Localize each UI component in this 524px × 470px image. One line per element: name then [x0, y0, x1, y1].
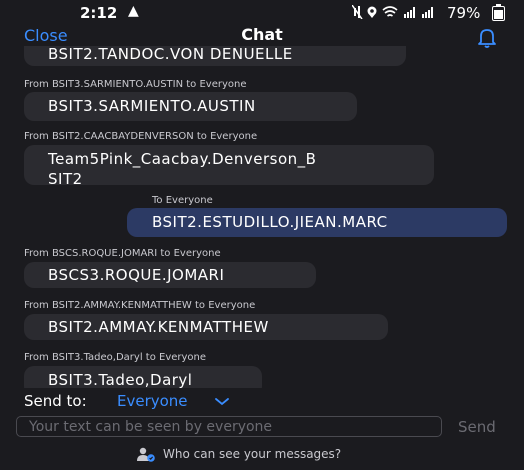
message-text: BSIT3.SARMIENTO.AUSTIN: [48, 97, 256, 115]
message-text: BSCS3.ROQUE.JOMARI: [48, 266, 225, 284]
message-text: BSIT2.TANDOC.VON DENUELLE: [48, 46, 293, 63]
message-text: BSIT3.Tadeo,Daryl: [48, 371, 193, 388]
alert-icon: ▲: [128, 3, 139, 19]
wifi-icon: [382, 6, 398, 17]
message-sender-label: From BSCS.ROQUE.JOMARI to Everyone: [24, 248, 221, 259]
chat-header: Chat Close: [0, 24, 524, 48]
message-text-line-1: Team5Pink_Caacbay.Denverson_B: [48, 150, 317, 168]
status-bar: 2:12 ▲ 79%: [0, 0, 524, 24]
message-bubble[interactable]: Team5Pink_Caacbay.Denverson_B SIT2: [24, 145, 434, 188]
message-bubble[interactable]: BSIT3.Tadeo,Daryl: [24, 366, 262, 388]
own-message-bubble[interactable]: BSIT2.ESTUDILLO.JIEAN.MARC: [127, 208, 507, 237]
mute-icon: [352, 5, 363, 19]
battery-percent: 79%: [447, 4, 481, 22]
status-icons: [352, 5, 433, 19]
privacy-people-icon: [137, 447, 155, 462]
status-time: 2:12: [80, 4, 118, 22]
message-bubble[interactable]: BSCS3.ROQUE.JOMARI: [24, 262, 316, 288]
message-bubble[interactable]: BSIT2.TANDOC.VON DENUELLE: [24, 46, 406, 66]
battery-icon: [492, 4, 505, 21]
signal-icon: [404, 7, 415, 18]
chat-message-input[interactable]: [16, 416, 442, 437]
recipient-selector[interactable]: Everyone: [117, 392, 188, 410]
message-text: BSIT2.AMMAY.KENMATTHEW: [48, 318, 269, 336]
message-sender-label: From BSIT3.SARMIENTO.AUSTIN to Everyone: [24, 79, 247, 90]
message-sender-label: From BSIT2.CAACBAYDENVERSON to Everyone: [24, 131, 258, 142]
message-text-line-2: SIT2: [48, 170, 83, 188]
message-sender-label: From BSIT3.Tadeo,Daryl to Everyone: [24, 352, 207, 363]
signal-icon-2: [422, 7, 433, 18]
message-text: BSIT2.ESTUDILLO.JIEAN.MARC: [152, 213, 388, 231]
message-list[interactable]: BSIT2.TANDOC.VON DENUELLE From BSIT3.SAR…: [0, 46, 524, 388]
close-button[interactable]: Close: [24, 26, 68, 45]
chevron-down-icon[interactable]: [214, 394, 230, 408]
send-button[interactable]: Send: [458, 418, 496, 436]
message-sender-label: From BSIT2.AMMAY.KENMATTHEW to Everyone: [24, 300, 256, 311]
privacy-text: Who can see your messages?: [163, 447, 342, 461]
message-bubble[interactable]: BSIT2.AMMAY.KENMATTHEW: [24, 314, 388, 340]
send-to-label: Send to:: [24, 392, 87, 410]
message-bubble[interactable]: BSIT3.SARMIENTO.AUSTIN: [24, 92, 357, 121]
message-recipient-label: To Everyone: [152, 195, 213, 206]
page-title: Chat: [241, 25, 283, 44]
location-icon: [367, 6, 377, 18]
